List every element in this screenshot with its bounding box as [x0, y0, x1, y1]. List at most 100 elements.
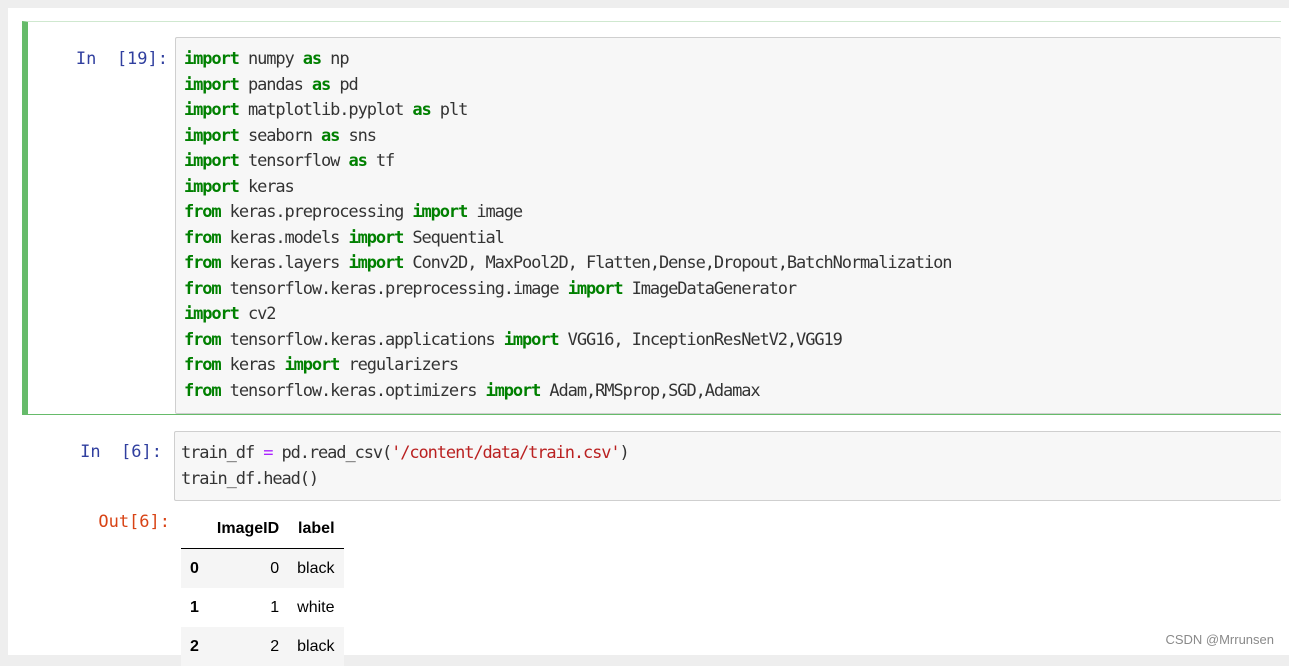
column-header-label: label	[288, 509, 344, 549]
code-token: tensorflow.keras.applications	[220, 329, 504, 350]
code-keyword: as	[412, 100, 431, 120]
code-token: keras	[220, 355, 285, 375]
code-keyword: import	[184, 304, 240, 324]
code-keyword: from	[184, 278, 222, 299]
code-keyword: import	[412, 202, 468, 222]
code-keyword: as	[321, 125, 340, 146]
code-line: from tensorflow.keras.optimizers import …	[184, 379, 951, 405]
column-header-imageid: ImageID	[207, 509, 289, 549]
code-token: matplotlib.pyplot	[238, 100, 413, 120]
table-row: 2 2 black	[181, 627, 344, 666]
code-token: tensorflow.keras.preprocessing.image	[220, 278, 568, 299]
code-token: cv2	[238, 304, 277, 324]
code-token: tensorflow.keras.optimizers	[220, 380, 486, 401]
code-token: pd.read_csv(	[272, 443, 392, 463]
code-token: sns	[339, 125, 377, 146]
code-token: numpy	[238, 49, 303, 69]
code-token: VGG16, InceptionResNetV2,VGG19	[558, 329, 843, 350]
code-cell-selected[interactable]: In [19]: import numpy as np import pandas…	[22, 21, 1281, 415]
cell-label: black	[297, 559, 335, 577]
input-prompt: In [19]:	[75, 49, 168, 69]
code-input-area[interactable]: train_df = pd.read_csv('/content/data/tr…	[174, 431, 1281, 501]
code-editor[interactable]: import numpy as np import pandas as pd imp…	[184, 47, 952, 405]
code-keyword: as	[302, 49, 322, 69]
code-token: keras.models	[220, 227, 349, 248]
code-line: from tensorflow.keras.applications impor…	[184, 328, 951, 354]
code-token: )	[619, 443, 630, 463]
code-token: image	[467, 202, 523, 222]
code-line: import seaborn as sns	[184, 124, 951, 150]
cell-imageid: 2	[270, 637, 280, 655]
code-keyword: as	[311, 74, 331, 95]
code-line: train_df.head()	[181, 467, 629, 493]
code-token: tf	[366, 151, 395, 171]
code-keyword: import	[184, 100, 240, 120]
code-line: from keras.layers import Conv2D, MaxPool…	[184, 251, 952, 277]
code-keyword: from	[184, 202, 222, 222]
code-line: import matplotlib.pyplot as plt	[184, 98, 951, 124]
code-line: from keras.models import Sequential	[184, 226, 951, 252]
code-token: np	[321, 49, 349, 69]
code-line: import pandas as pd	[184, 73, 951, 99]
table-header-row: ImageID label	[181, 509, 344, 549]
code-token: keras	[238, 176, 295, 197]
code-keyword: from	[184, 227, 222, 248]
cell-label: black	[297, 637, 335, 655]
output-prompt: Out[6]:	[98, 512, 170, 532]
code-keyword: import	[348, 227, 404, 248]
code-line: train_df = pd.read_csv('/content/data/tr…	[181, 441, 630, 467]
code-string: '/content/data/train.csv'	[391, 443, 620, 463]
table-row: 1 1 white	[181, 588, 344, 627]
code-line: from keras import regularizers	[184, 353, 951, 379]
code-token: regularizers	[339, 355, 459, 375]
code-token: Conv2D, MaxPool2D, Flatten,Dense,Dropout…	[403, 253, 952, 273]
input-prompt: In [6]:	[80, 442, 162, 462]
code-token: pandas	[238, 74, 312, 95]
code-token: train_df	[181, 443, 264, 463]
row-index: 0	[190, 559, 199, 577]
code-keyword: import	[184, 74, 240, 95]
code-line: import cv2	[184, 302, 951, 328]
code-line: import numpy as np	[184, 47, 951, 73]
code-line: import tensorflow as tf	[184, 149, 951, 175]
code-token: pd	[330, 74, 358, 95]
code-keyword: from	[184, 380, 222, 401]
code-keyword: import	[284, 355, 341, 375]
code-token: train_df.head()	[181, 468, 319, 489]
code-token: tensorflow	[238, 151, 349, 171]
code-keyword: import	[184, 49, 240, 69]
code-keyword: from	[184, 355, 222, 375]
watermark: CSDN @Mrrunsen	[1165, 632, 1274, 647]
code-token: seaborn	[238, 125, 322, 146]
index-header	[181, 509, 208, 549]
code-keyword: import	[567, 278, 624, 299]
table-row: 0 0 black	[181, 548, 344, 588]
code-line: from keras.preprocessing import image	[184, 200, 951, 226]
code-token: ImageDataGenerator	[622, 278, 798, 299]
code-keyword: import	[184, 151, 240, 171]
code-keyword: import	[184, 125, 240, 146]
row-index: 1	[190, 598, 199, 616]
code-keyword: import	[503, 329, 560, 350]
code-keyword: import	[184, 176, 240, 197]
code-input-area[interactable]: import numpy as np import pandas as pd imp…	[175, 37, 1281, 414]
row-index: 2	[190, 637, 199, 655]
code-token: keras.layers	[220, 253, 349, 273]
code-keyword: from	[184, 329, 222, 350]
cell-imageid: 1	[270, 598, 280, 616]
code-line: import keras	[184, 175, 951, 201]
code-keyword: import	[348, 253, 404, 273]
code-keyword: as	[348, 151, 367, 171]
code-token: keras.preprocessing	[220, 202, 413, 222]
code-token: plt	[430, 100, 469, 120]
code-token: Sequential	[403, 227, 504, 248]
code-keyword: from	[184, 253, 222, 273]
code-cell[interactable]: In [6]: train_df = pd.read_csv('/content…	[22, 421, 1281, 501]
code-token: Adam,RMSprop,SGD,Adamax	[540, 380, 760, 401]
cell-imageid: 0	[270, 559, 280, 577]
code-line: from tensorflow.keras.preprocessing.imag…	[184, 277, 951, 303]
cell-label: white	[297, 598, 335, 616]
code-token: =	[263, 443, 273, 463]
dataframe-output-table: ImageID label 0 0 black 1 1 white 2 2 bl…	[181, 509, 344, 666]
code-editor[interactable]: train_df = pd.read_csv('/content/data/tr…	[181, 441, 630, 493]
